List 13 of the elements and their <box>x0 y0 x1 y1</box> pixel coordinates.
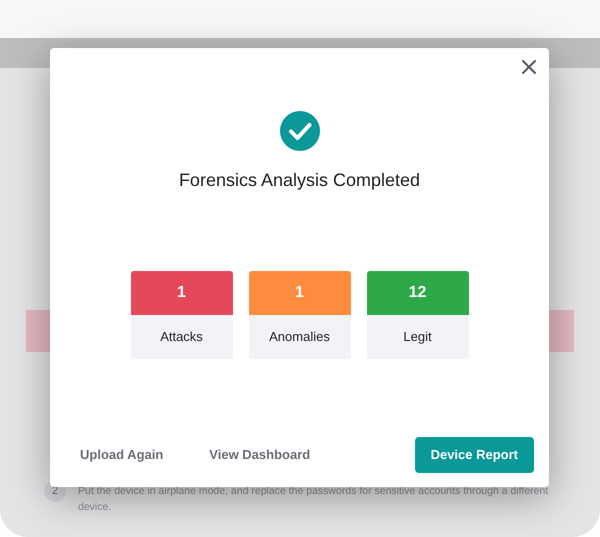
stat-value: 1 <box>130 271 232 315</box>
stat-label: Anomalies <box>268 328 331 346</box>
stat-label: Attacks <box>159 328 204 346</box>
check-icon <box>280 111 320 151</box>
stat-label: Legit <box>402 328 433 346</box>
stat-value: 12 <box>366 271 468 315</box>
dialog-title: Forensics Analysis Completed <box>178 169 420 192</box>
stat-value: 1 <box>248 271 350 315</box>
close-icon[interactable] <box>519 57 539 77</box>
link-button[interactable]: Upload Again <box>65 437 178 473</box>
step-text: Put the device in airplane mode, and replace the passwords for sensitive accounts through a different device. <box>78 484 550 515</box>
primary-button[interactable]: Device Report <box>414 437 534 473</box>
link-button[interactable]: View Dashboard <box>194 437 326 473</box>
